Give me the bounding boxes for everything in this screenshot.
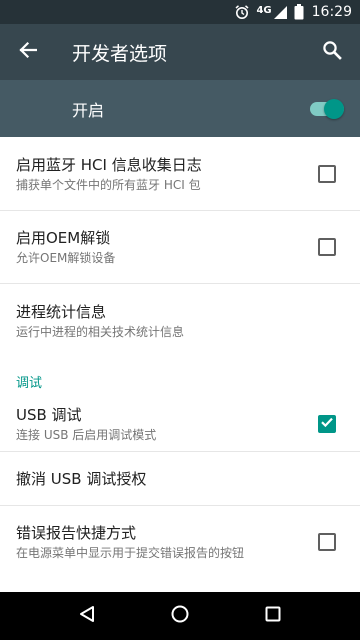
pref-bluetooth-hci-log[interactable]: 启用蓝牙 HCI 信息收集日志 捕获单个文件中的所有蓝牙 HCI 包 (0, 137, 360, 211)
usb-debugging-checkbox[interactable] (318, 414, 336, 433)
category-debugging: 调试 (16, 376, 43, 391)
nav-recents-button[interactable] (243, 592, 303, 640)
arrow-back-icon (19, 41, 38, 63)
pref-summary: 运行中进程的相关技术统计信息 (16, 325, 185, 339)
nav-home-button[interactable] (150, 592, 210, 640)
pref-usb-debugging[interactable]: USB 调试 连接 USB 后启用调试模式 (0, 396, 360, 452)
nav-back-button[interactable] (57, 592, 117, 640)
back-button[interactable] (0, 24, 56, 80)
pref-bugreport-shortcut[interactable]: 错误报告快捷方式 在电源菜单中显示用于提交错误报告的按钮 (0, 506, 360, 578)
app-toolbar: 开发者选项 (0, 24, 360, 80)
pref-title: 进程统计信息 (16, 303, 107, 321)
square-recents-icon (263, 604, 283, 628)
circle-home-icon (170, 604, 190, 628)
master-switch-bar[interactable]: 开启 (0, 80, 360, 137)
master-toggle[interactable] (308, 98, 344, 119)
search-button[interactable] (304, 24, 360, 80)
navigation-bar (0, 592, 360, 640)
signal-icon: 4G (256, 5, 287, 20)
pref-oem-unlock[interactable]: 启用OEM解锁 允许OEM解锁设备 (0, 211, 360, 284)
network-type: 4G (256, 4, 272, 16)
pref-title: 启用OEM解锁 (16, 229, 111, 247)
search-icon (322, 40, 342, 64)
triangle-back-icon (77, 604, 97, 628)
oem-unlock-checkbox[interactable] (318, 238, 336, 256)
bluetooth-hci-log-checkbox[interactable] (318, 164, 336, 183)
preference-list: 启用蓝牙 HCI 信息收集日志 捕获单个文件中的所有蓝牙 HCI 包 启用OEM… (0, 137, 360, 592)
pref-title: 撤消 USB 调试授权 (16, 469, 147, 488)
pref-summary: 在电源菜单中显示用于提交错误报告的按钮 (16, 546, 245, 560)
check-icon (320, 414, 334, 433)
alarm-icon (234, 4, 250, 20)
toggle-thumb (324, 98, 344, 119)
pref-title: 启用蓝牙 HCI 信息收集日志 (16, 155, 202, 174)
pref-summary: 连接 USB 后启用调试模式 (16, 427, 157, 442)
pref-title: USB 调试 (16, 405, 82, 424)
pref-summary: 允许OEM解锁设备 (16, 251, 116, 265)
pref-title: 错误报告快捷方式 (16, 524, 137, 542)
battery-icon (294, 4, 304, 20)
page-title: 开发者选项 (72, 42, 168, 65)
pref-summary: 捕获单个文件中的所有蓝牙 HCI 包 (16, 177, 201, 192)
pref-revoke-usb-auth[interactable]: 撤消 USB 调试授权 (0, 452, 360, 506)
master-switch-label: 开启 (72, 100, 105, 120)
status-bar: 4G 16:29 (0, 0, 360, 24)
bugreport-shortcut-checkbox[interactable] (318, 533, 336, 551)
clock: 16:29 (311, 4, 352, 20)
pref-process-stats[interactable]: 进程统计信息 运行中进程的相关技术统计信息 (0, 284, 360, 358)
